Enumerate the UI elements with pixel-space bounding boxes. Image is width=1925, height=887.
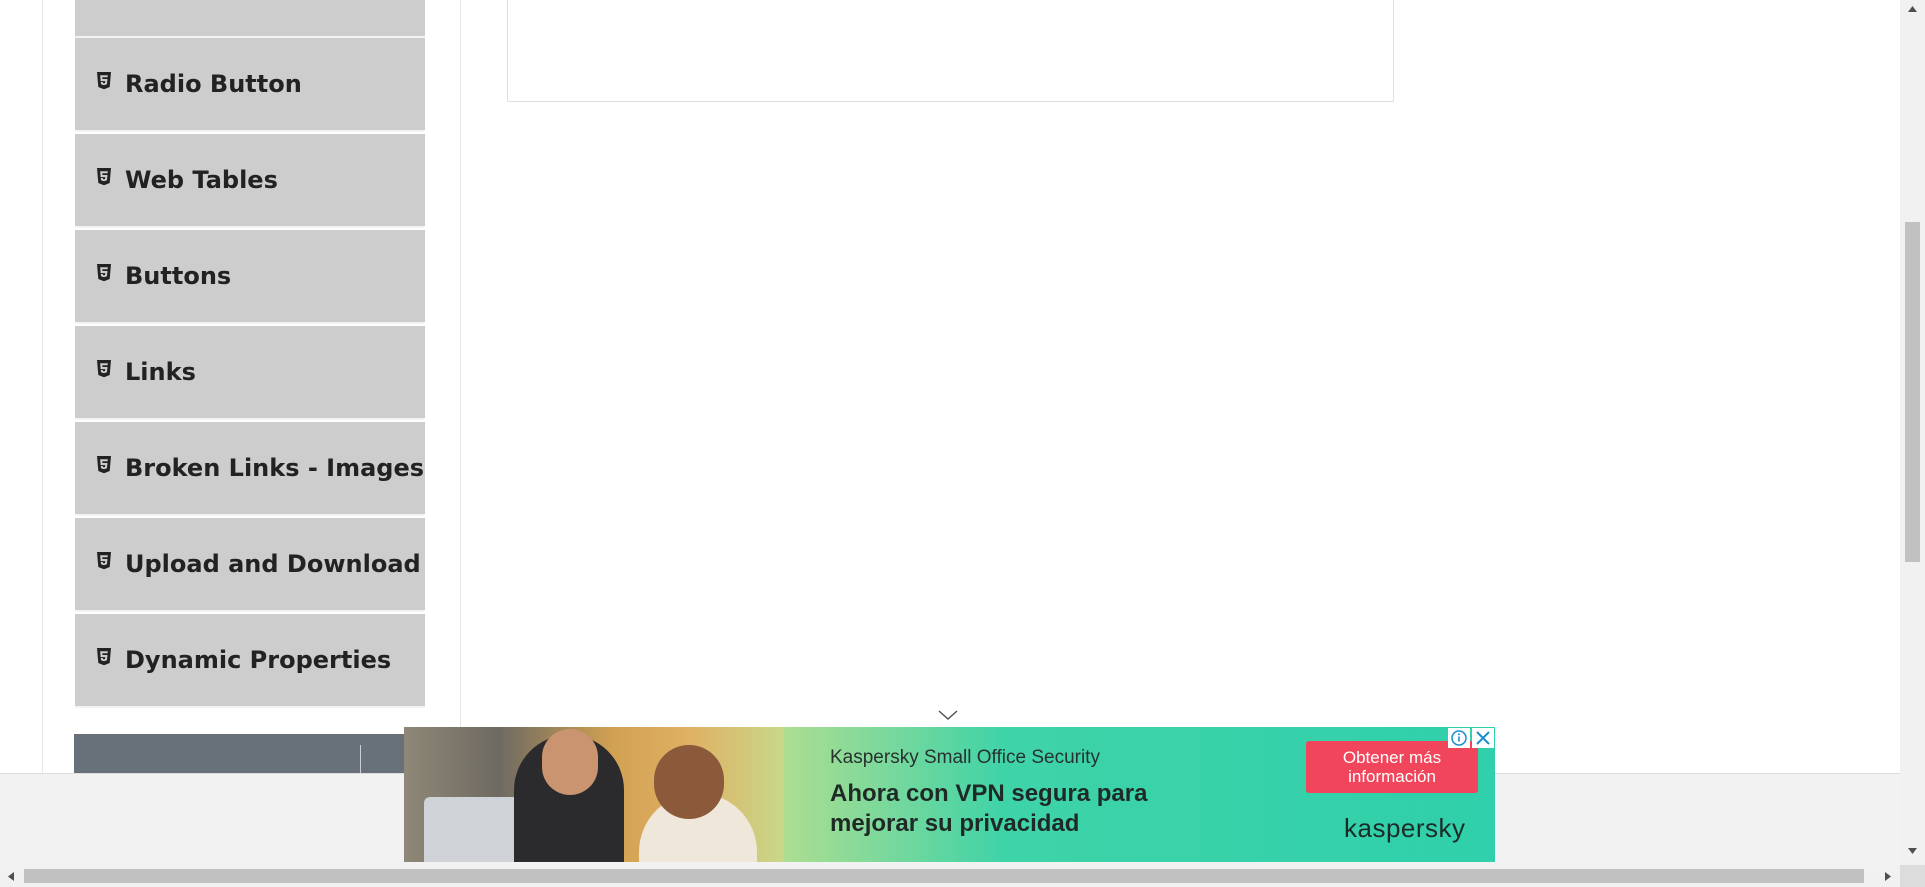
html5-icon: [97, 456, 111, 474]
advertisement[interactable]: Kaspersky Small Office Security Ahora co…: [404, 727, 1495, 862]
horizontal-scrollbar[interactable]: [0, 865, 1900, 887]
horizontal-scroll-thumb[interactable]: [24, 869, 1864, 883]
vertical-scrollbar[interactable]: [1900, 0, 1925, 865]
ad-photo: [404, 727, 784, 862]
ad-headline: Ahora con VPN segura para mejorar su pri…: [830, 780, 1148, 837]
vertical-scroll-thumb[interactable]: [1905, 222, 1920, 562]
scroll-down-arrow-icon[interactable]: [1906, 846, 1919, 856]
close-icon[interactable]: [1472, 728, 1494, 748]
html5-icon: [97, 168, 111, 186]
html5-icon: [97, 264, 111, 282]
scrollbar-corner: [1900, 865, 1925, 887]
page-left-border: [42, 0, 43, 773]
ad-logo: kaspersky: [1344, 813, 1466, 843]
sidebar-divider: [460, 0, 461, 773]
sidebar-item-upload-and-download[interactable]: Upload and Download: [75, 518, 425, 612]
sidebar-item-previous[interactable]: [75, 0, 425, 38]
scroll-left-arrow-icon[interactable]: [6, 870, 16, 883]
scroll-up-arrow-icon[interactable]: [1906, 4, 1919, 14]
info-icon[interactable]: [1448, 728, 1470, 748]
sidebar-group-header[interactable]: [74, 734, 404, 774]
sidebar-item-label: Broken Links - Images: [125, 454, 425, 482]
ad-brandline: Kaspersky Small Office Security: [830, 747, 1100, 768]
html5-icon: [97, 552, 111, 570]
sidebar-item-label: Radio Button: [125, 70, 302, 98]
person-shape: [542, 729, 598, 795]
sidebar-item-links[interactable]: Links: [75, 326, 425, 420]
sidebar-item-radio-button[interactable]: Radio Button: [75, 38, 425, 132]
ad-cta-button[interactable]: Obtener más información: [1306, 741, 1478, 793]
group-header-separator: [360, 745, 361, 774]
html5-icon: [97, 360, 111, 378]
sidebar-item-web-tables[interactable]: Web Tables: [75, 134, 425, 228]
person-shape: [654, 745, 724, 819]
sidebar-item-buttons[interactable]: Buttons: [75, 230, 425, 324]
sidebar-item-label: Links: [125, 358, 196, 386]
sidebar-item-label: Buttons: [125, 262, 232, 290]
sidebar-item-label: Web Tables: [125, 166, 278, 194]
content-panel: [507, 0, 1394, 102]
html5-icon: [97, 72, 111, 90]
sidebar-item-dynamic-properties[interactable]: Dynamic Properties: [75, 614, 425, 708]
scroll-right-arrow-icon[interactable]: [1883, 870, 1893, 883]
sidebar-item-label: Upload and Download: [125, 550, 421, 578]
sidebar-item-label: Dynamic Properties: [125, 646, 392, 674]
chevron-down-icon[interactable]: [937, 708, 959, 722]
sidebar-item-broken-links-images[interactable]: Broken Links - Images: [75, 422, 425, 516]
html5-icon: [97, 648, 111, 666]
